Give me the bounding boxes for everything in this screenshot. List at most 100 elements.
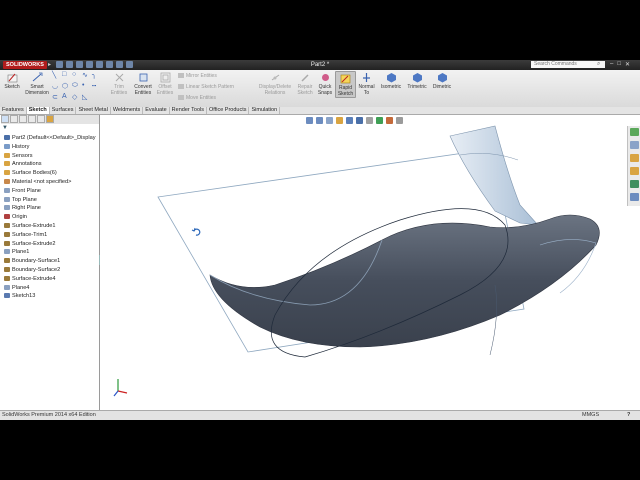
rotate-view-icon[interactable] — [191, 227, 201, 236]
quick-snaps-button[interactable]: Quick Snaps — [316, 71, 334, 96]
tab-render-tools[interactable]: Render Tools — [170, 107, 207, 114]
rapid-sketch-button[interactable]: Rapid Sketch — [335, 71, 356, 98]
units-selector[interactable]: MMGS — [582, 411, 599, 420]
apply-scene-icon[interactable] — [386, 117, 393, 124]
tab-sheet-metal[interactable]: Sheet Metal — [76, 107, 111, 114]
line-icon[interactable]: ╲ — [52, 71, 56, 79]
ellipse-icon[interactable]: ⬭ — [72, 82, 78, 90]
circle-icon[interactable]: ○ — [72, 71, 76, 78]
trim-surface[interactable] — [449, 125, 539, 226]
dimetric-button[interactable]: Dimetric — [430, 71, 454, 91]
rectangle-icon[interactable]: □ — [62, 71, 66, 78]
appearance-tab-icon[interactable] — [46, 115, 54, 123]
minimize-button[interactable]: – — [610, 61, 613, 68]
centerline-icon[interactable]: ┅ — [92, 82, 96, 90]
tree-item-label: Surface-Extrude1 — [12, 222, 56, 229]
zoom-to-fit-icon[interactable] — [306, 117, 313, 124]
mirror-entities-button[interactable]: Mirror Entities — [178, 73, 217, 79]
tree-item[interactable]: Surface-Extrude4 — [1, 275, 99, 284]
edit-appearance-icon[interactable] — [376, 117, 383, 124]
file-explorer-icon[interactable] — [630, 154, 639, 162]
tree-item[interactable]: Boundary-Surface2 — [1, 266, 99, 275]
linear-sketch-pattern-button[interactable]: Linear Sketch Pattern — [178, 84, 234, 90]
arc-icon[interactable]: ◡ — [52, 82, 58, 90]
tree-item[interactable]: Surface-Extrude2 — [1, 240, 99, 249]
sketch-button[interactable]: Sketch — [2, 71, 22, 91]
dimetric-cube-icon — [437, 73, 447, 83]
tree-item[interactable]: Origin — [1, 213, 99, 222]
tree-item[interactable]: Boundary-Surface1 — [1, 257, 99, 266]
graphics-viewport[interactable] — [100, 115, 627, 410]
dimxpert-tab-icon[interactable] — [28, 115, 36, 123]
tree-item[interactable]: Material <not specified> — [1, 178, 99, 187]
tree-item[interactable]: Surface-Extrude1 — [1, 222, 99, 231]
offset-icon — [160, 72, 170, 83]
convert-entities-button[interactable]: Convert Entities — [131, 71, 155, 96]
tree-item[interactable]: Front Plane — [1, 187, 99, 196]
tree-item[interactable]: History — [1, 143, 99, 152]
tree-item[interactable]: Annotations — [1, 160, 99, 169]
view-settings-icon[interactable] — [396, 117, 403, 124]
tab-surfaces[interactable]: Surfaces — [50, 107, 77, 114]
isometric-button[interactable]: Isometric — [378, 71, 404, 91]
polygon-icon[interactable]: ⬡ — [62, 82, 68, 90]
tree-item[interactable]: Top Plane — [1, 196, 99, 205]
surface-body[interactable] — [209, 214, 600, 348]
tree-item[interactable]: Plane4 — [1, 284, 99, 293]
design-library-icon[interactable] — [630, 141, 639, 149]
tree-item[interactable]: Plane1 — [1, 248, 99, 257]
normal-to-button[interactable]: Normal To — [356, 71, 377, 96]
plane-icon[interactable]: ◇ — [72, 93, 77, 101]
restore-button[interactable]: □ — [617, 61, 621, 68]
tree-item[interactable]: Surface-Trim1 — [1, 231, 99, 240]
tab-evaluate[interactable]: Evaluate — [143, 107, 170, 114]
move-entities-button[interactable]: Move Entities — [178, 95, 216, 101]
tree-item[interactable]: Part2 (Default<<Default>_Display — [1, 134, 99, 143]
tab-simulation[interactable]: Simulation — [249, 107, 281, 114]
tree-item[interactable]: Right Plane — [1, 204, 99, 213]
help-icon[interactable]: ? — [627, 411, 630, 420]
sketch-fillet-icon[interactable]: ╮ — [92, 71, 96, 79]
display-delete-relations-button[interactable]: Display/Delete Relations — [255, 71, 295, 96]
point-icon[interactable]: • — [82, 82, 84, 89]
tab-office-products[interactable]: Office Products — [207, 107, 250, 114]
tab-features[interactable]: Features — [0, 107, 27, 114]
hide-show-items-icon[interactable] — [366, 117, 373, 124]
tree-item[interactable]: Surface Bodies(6) — [1, 169, 99, 178]
property-manager-tab-icon[interactable] — [10, 115, 18, 123]
slot-icon[interactable]: ⊂ — [52, 93, 58, 101]
trim-entities-button[interactable]: Trim Entities — [108, 71, 130, 96]
custom-properties-icon[interactable] — [630, 193, 639, 201]
spline-icon[interactable]: ∿ — [82, 71, 88, 79]
filter-icon[interactable]: ▼ — [2, 125, 8, 131]
tab-sketch[interactable]: Sketch — [26, 107, 50, 114]
trimetric-button[interactable]: Trimetric — [404, 71, 430, 91]
window-controls: – □ ✕ — [610, 61, 630, 68]
search-input[interactable]: Search Commands — [531, 61, 605, 68]
text-icon[interactable]: A — [62, 93, 67, 100]
configuration-manager-tab-icon[interactable] — [19, 115, 27, 123]
close-button[interactable]: ✕ — [625, 61, 630, 68]
feature-manager-tab-icon[interactable] — [1, 115, 9, 123]
display-style-icon[interactable] — [356, 117, 363, 124]
status-bar: SolidWorks Premium 2014 x64 Edition MMGS… — [0, 410, 640, 420]
offset-entities-button[interactable]: Offset Entities — [155, 71, 175, 96]
feature-manager-tree: ▼ Part2 (Default<<Default>_Display Histor… — [0, 115, 100, 420]
search-icon[interactable]: ⌕ — [597, 61, 600, 68]
repair-sketch-button[interactable]: Repair Sketch — [295, 71, 315, 96]
zoom-to-area-icon[interactable] — [316, 117, 323, 124]
tab-weldments[interactable]: Weldments — [111, 107, 144, 114]
previous-view-icon[interactable] — [326, 117, 333, 124]
smart-dimension-icon — [32, 72, 42, 82]
view-orientation-icon[interactable] — [346, 117, 353, 124]
solidworks-resources-icon[interactable] — [630, 128, 639, 136]
smart-dimension-button[interactable]: Smart Dimension — [24, 71, 50, 96]
tree-item[interactable]: Sensors — [1, 152, 99, 161]
view-palette-icon[interactable] — [630, 167, 639, 175]
appearances-scenes-icon[interactable] — [630, 180, 639, 188]
section-view-icon[interactable] — [336, 117, 343, 124]
chamfer-icon[interactable]: ◺ — [82, 93, 87, 101]
display-manager-tab-icon[interactable] — [37, 115, 45, 123]
command-tabs: Features Sketch Surfaces Sheet Metal Wel… — [0, 107, 640, 115]
tree-item[interactable]: Sketch13 — [1, 292, 99, 301]
